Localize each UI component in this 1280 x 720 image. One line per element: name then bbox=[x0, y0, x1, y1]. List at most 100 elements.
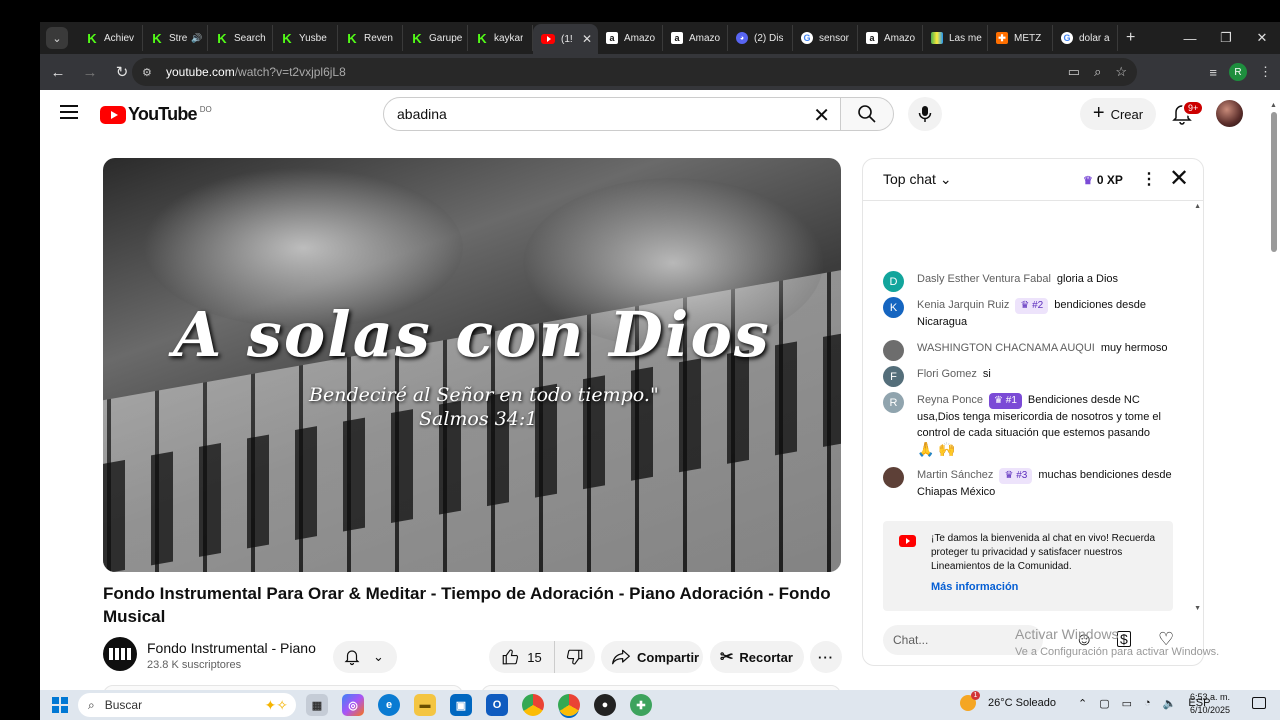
chat-author-name[interactable]: Martin Sánchez bbox=[917, 469, 993, 481]
subscriber-count: 23.8 K suscriptores bbox=[147, 659, 242, 671]
copilot-icon[interactable]: ◎ bbox=[342, 694, 364, 716]
chrome-menu-icon[interactable]: ⋮ bbox=[1259, 64, 1272, 80]
browser-tab[interactable]: Kkaykar bbox=[468, 25, 533, 51]
chat-author-name[interactable]: Reyna Ponce bbox=[917, 394, 983, 406]
chat-author-avatar[interactable]: F bbox=[883, 366, 904, 387]
create-button[interactable]: + Crear bbox=[1080, 98, 1156, 130]
chat-menu-icon[interactable]: ⋮ bbox=[1141, 169, 1157, 189]
voice-search-button[interactable] bbox=[908, 97, 942, 131]
video-player[interactable]: A solas con Dios Bendeciré al Señor en t… bbox=[103, 158, 841, 572]
queue-icon[interactable]: ≡ bbox=[1209, 65, 1217, 80]
wifi-icon[interactable]: ◔ bbox=[1144, 697, 1151, 709]
chat-author-name[interactable]: Kenia Jarquin Ruiz bbox=[917, 299, 1009, 311]
url-path: /watch?v=t2vxjpl6jL8 bbox=[234, 65, 346, 79]
taskbar-search[interactable]: ⌕ Buscar ✦✧ bbox=[78, 693, 296, 717]
browser-tab[interactable]: ◕ (2) Dis bbox=[728, 25, 793, 51]
scroll-up-icon[interactable]: ▲ bbox=[1270, 102, 1277, 109]
browser-tab[interactable]: K Reven bbox=[338, 25, 403, 51]
browser-tab[interactable]: K Yusbe bbox=[273, 25, 338, 51]
menu-icon[interactable] bbox=[60, 105, 78, 119]
chat-author-avatar[interactable] bbox=[883, 340, 904, 361]
app-icon[interactable]: ● bbox=[594, 694, 616, 716]
battery-icon[interactable]: ▭ bbox=[1122, 697, 1132, 710]
chat-author-name[interactable]: Flori Gomez bbox=[917, 368, 977, 380]
chat-scroll-down-icon[interactable]: ▼ bbox=[1194, 605, 1201, 612]
like-button[interactable]: 15 bbox=[489, 641, 555, 673]
back-icon[interactable]: ← bbox=[44, 58, 72, 86]
volume-icon[interactable]: 🔈 bbox=[1163, 697, 1177, 710]
browser-tab[interactable]: a Amazo bbox=[663, 25, 728, 51]
chat-xp-badge[interactable]: ♛ 0 XP bbox=[1077, 169, 1129, 191]
amazon-icon: a bbox=[606, 32, 618, 44]
channel-avatar[interactable] bbox=[103, 637, 137, 671]
new-tab-icon[interactable]: + bbox=[1126, 29, 1135, 47]
tray-chevron-icon[interactable]: ⌃ bbox=[1078, 697, 1087, 710]
file-explorer-icon[interactable]: ▬ bbox=[414, 694, 436, 716]
tab-search-chevron-icon[interactable]: ⌄ bbox=[46, 27, 68, 49]
search-button[interactable] bbox=[840, 97, 894, 131]
bookmark-star-icon[interactable]: ☆ bbox=[1115, 64, 1127, 80]
chat-author-avatar[interactable]: R bbox=[883, 392, 904, 413]
clear-search-icon[interactable]: ✕ bbox=[813, 103, 830, 128]
microsoft-store-icon[interactable]: ▣ bbox=[450, 694, 472, 716]
dislike-button[interactable] bbox=[555, 648, 595, 666]
speaker-icon[interactable]: 🔊 bbox=[191, 33, 202, 44]
browser-tab[interactable]: a Amazo bbox=[858, 25, 923, 51]
browser-tab[interactable]: (1! ✕ bbox=[533, 24, 598, 54]
cast-icon[interactable]: ▭ bbox=[1068, 64, 1080, 80]
user-avatar[interactable] bbox=[1216, 100, 1243, 127]
profile-avatar[interactable]: R bbox=[1229, 63, 1247, 81]
weather-text[interactable]: 26°C Soleado bbox=[988, 697, 1056, 709]
chat-author-avatar[interactable]: D bbox=[883, 271, 904, 292]
address-bar[interactable]: ⚙ youtube.com/watch?v=t2vxjpl6jL8 ▭ ⌕ ☆ bbox=[132, 58, 1137, 86]
close-tab-icon[interactable]: ✕ bbox=[582, 32, 592, 46]
tray-app-icon[interactable]: ▢ bbox=[1099, 697, 1109, 710]
edge-icon[interactable]: e bbox=[378, 694, 400, 716]
close-chat-icon[interactable]: ✕ bbox=[1169, 164, 1189, 193]
close-window-icon[interactable]: ✕ bbox=[1244, 22, 1280, 54]
more-actions-button[interactable]: ··· bbox=[810, 641, 842, 673]
youtube-header: YouTube DO abadina ✕ + Crear 9+ bbox=[40, 90, 1280, 136]
browser-tab[interactable]: Las me bbox=[923, 25, 988, 51]
browser-tab[interactable]: ✚ METZ bbox=[988, 25, 1053, 51]
more-info-link[interactable]: Más información bbox=[931, 581, 1018, 593]
tab-label: METZ bbox=[1014, 32, 1042, 44]
browser-tab[interactable]: K Garupe bbox=[403, 25, 468, 51]
chat-mode-selector[interactable]: Top chat ⌄ bbox=[883, 171, 952, 188]
browser-tab[interactable]: K Achiev bbox=[78, 25, 143, 51]
taskbar-clock[interactable]: 6:53 a. m. 6/10/2025 bbox=[1190, 691, 1230, 717]
browser-tab[interactable]: Gsensor bbox=[793, 25, 858, 51]
chat-author-avatar[interactable]: K bbox=[883, 297, 904, 318]
scroll-thumb[interactable] bbox=[1271, 112, 1277, 252]
task-view-icon[interactable]: ▦ bbox=[306, 694, 328, 716]
channel-name[interactable]: Fondo Instrumental - Piano bbox=[147, 640, 316, 656]
chrome-icon[interactable] bbox=[522, 694, 544, 716]
chrome-profile-icon[interactable] bbox=[558, 694, 580, 716]
thumbs-down-icon bbox=[566, 649, 583, 665]
clip-button[interactable]: ✂ Recortar bbox=[710, 641, 804, 673]
chat-author-name[interactable]: WASHINGTON CHACNAMA AUQUI bbox=[917, 342, 1095, 354]
zoom-icon[interactable]: ⌕ bbox=[1094, 64, 1101, 80]
omnibox-actions: ▭ ⌕ ☆ bbox=[1068, 64, 1127, 80]
browser-tab[interactable]: K Stre 🔊 bbox=[143, 25, 208, 51]
chat-scroll-up-icon[interactable]: ▲ bbox=[1194, 203, 1201, 210]
youtube-logo[interactable]: YouTube DO bbox=[100, 104, 212, 125]
minimize-icon[interactable]: — bbox=[1172, 22, 1208, 54]
chat-author-avatar[interactable] bbox=[883, 467, 904, 488]
site-info-icon[interactable]: ⚙ bbox=[142, 66, 160, 79]
browser-tab[interactable]: Gdolar a bbox=[1053, 25, 1118, 51]
subscription-notifications-button[interactable]: ⌄ bbox=[333, 641, 397, 673]
maximize-icon[interactable]: ❐ bbox=[1208, 22, 1244, 54]
share-button[interactable]: Compartir bbox=[601, 641, 703, 673]
weather-sun-icon[interactable]: 1 bbox=[960, 691, 980, 711]
browser-tab[interactable]: K Search bbox=[208, 25, 273, 51]
browser-tab[interactable]: a Amazo bbox=[598, 25, 663, 51]
chat-author-name[interactable]: Dasly Esther Ventura Fabal bbox=[917, 273, 1051, 285]
app-green-icon[interactable]: ✚ bbox=[630, 694, 652, 716]
forward-icon[interactable]: → bbox=[76, 58, 104, 86]
outlook-icon[interactable]: O bbox=[486, 694, 508, 716]
page-scrollbar[interactable]: ▲ bbox=[1268, 100, 1280, 690]
search-input[interactable]: abadina ✕ bbox=[383, 97, 841, 131]
windows-start-icon[interactable] bbox=[52, 697, 68, 713]
notifications-icon[interactable] bbox=[1252, 697, 1266, 709]
